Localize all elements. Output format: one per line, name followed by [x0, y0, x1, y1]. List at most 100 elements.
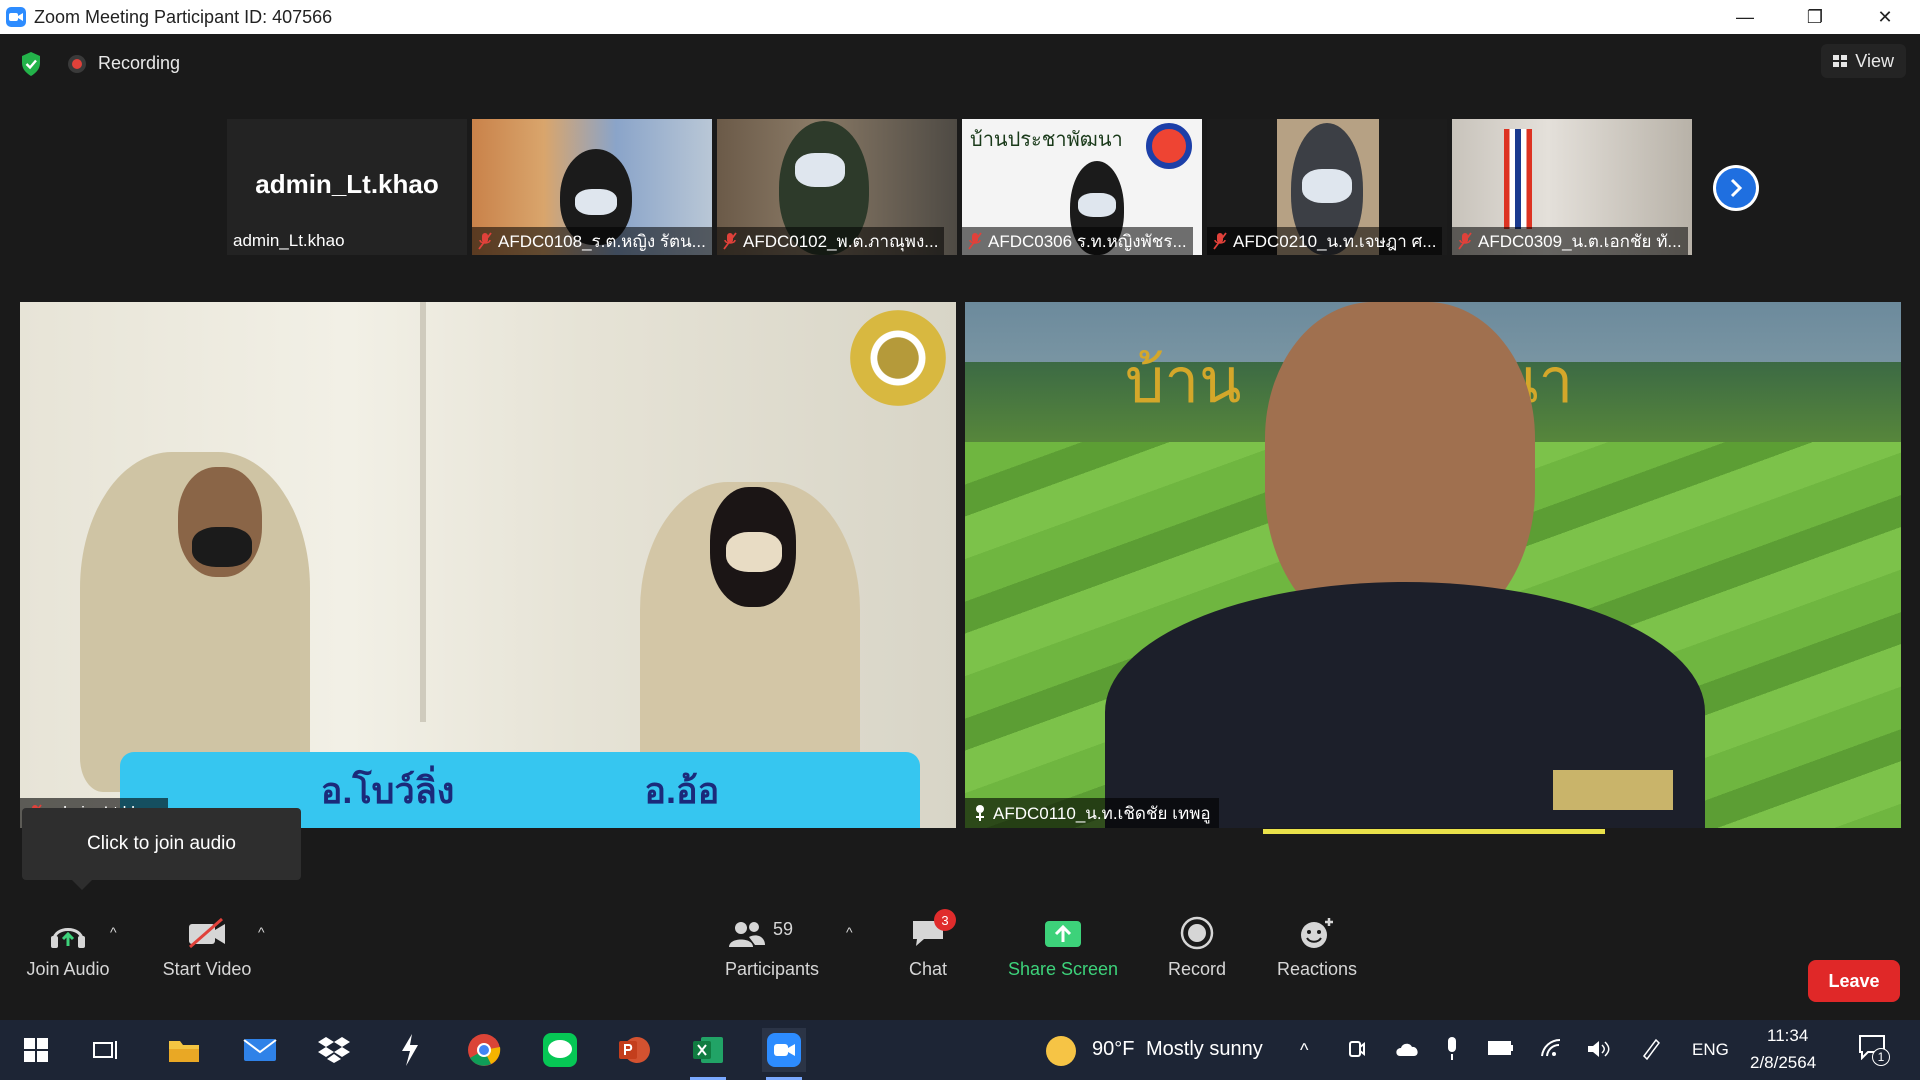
video-options-caret[interactable]: ^ — [258, 924, 265, 940]
participants-icon: 59 — [727, 913, 817, 953]
participants-options-caret[interactable]: ^ — [846, 924, 853, 940]
chrome-icon[interactable] — [462, 1028, 506, 1072]
share-screen-label: Share Screen — [1007, 959, 1119, 979]
virtual-background-banner: บ้านประชาพัฒนา — [970, 127, 1123, 151]
weather-description[interactable]: Mostly sunny — [1146, 1038, 1263, 1061]
flag-icon — [1504, 129, 1532, 229]
face-mask — [1302, 169, 1352, 203]
app-shortcut-icon[interactable] — [388, 1028, 432, 1072]
participant-display-name: admin_Lt.khao — [255, 169, 439, 199]
mic-muted-icon — [1213, 232, 1227, 250]
face-mask — [795, 153, 845, 187]
participants-label: Participants — [724, 959, 820, 979]
pin-icon — [976, 805, 984, 821]
meet-now-icon[interactable] — [1348, 1038, 1366, 1060]
input-language[interactable]: ENG — [1692, 1040, 1729, 1060]
start-video-label: Start Video — [162, 959, 252, 979]
recording-label: Recording — [98, 53, 181, 73]
participant-thumbnail[interactable]: บ้านประชาพัฒนา AFDC0306 ร.ท.หญิงพัชร... — [962, 119, 1202, 255]
meeting-toolbar: Join Audio ^ Start Video ^ 59 Participan… — [0, 906, 1920, 986]
microphone-icon[interactable] — [1444, 1036, 1460, 1062]
participant-name-tag: admin_Lt.khao — [227, 227, 351, 255]
participant-name: AFDC0108_ร.ต.หญิง รัตน... — [498, 231, 706, 251]
volume-icon[interactable] — [1586, 1038, 1610, 1060]
participant-name: AFDC0110_น.ท.เชิดชัย เทพอู — [993, 803, 1211, 823]
mic-muted-icon — [478, 232, 492, 250]
rank-insignia — [1553, 770, 1673, 810]
grid-icon — [1833, 55, 1848, 67]
participants-count: 59 — [773, 919, 794, 939]
minimize-button[interactable]: — — [1710, 0, 1780, 34]
active-speaker-indicator — [1263, 829, 1605, 834]
view-button[interactable]: View — [1821, 44, 1906, 78]
onedrive-cloud-icon[interactable] — [1394, 1040, 1420, 1058]
participant-name-tag: AFDC0110_น.ท.เชิดชัย เทพอู — [965, 798, 1219, 828]
windows-taskbar: 90°F Mostly sunny ^ ENG 11:34 2/8/2564 1 — [0, 1020, 1920, 1080]
zoom-taskbar-icon[interactable] — [762, 1028, 806, 1080]
emblem-icon — [850, 310, 946, 406]
notification-center-icon[interactable]: 1 — [1858, 1034, 1890, 1066]
task-view-icon[interactable] — [84, 1028, 128, 1072]
mail-icon[interactable] — [238, 1028, 282, 1072]
chevron-up-icon[interactable]: ^ — [1300, 1040, 1308, 1061]
chevron-right-icon — [1716, 168, 1756, 208]
participant-name-tag: AFDC0306 ร.ท.หญิงพัชร... — [962, 227, 1193, 255]
join-audio-tooltip: Click to join audio — [22, 808, 301, 890]
participants-button[interactable]: 59 Participants — [722, 906, 822, 986]
battery-icon[interactable] — [1488, 1040, 1514, 1056]
excel-icon[interactable] — [686, 1028, 730, 1080]
weather-sun-icon — [1046, 1036, 1076, 1066]
restore-button[interactable]: ❐ — [1780, 0, 1850, 34]
line-app-icon[interactable] — [538, 1028, 582, 1072]
meeting-topbar: Recording View — [0, 34, 1920, 94]
file-explorer-icon[interactable] — [162, 1028, 206, 1072]
pen-icon[interactable] — [1640, 1036, 1662, 1060]
reactions-button[interactable]: Reactions — [1274, 906, 1360, 986]
next-page-button[interactable] — [1713, 165, 1759, 211]
face-mask — [575, 189, 617, 215]
face-mask — [726, 532, 782, 572]
wall-divider — [420, 302, 426, 722]
participant-name: AFDC0309_น.ต.เอกชัย ทั... — [1478, 231, 1682, 251]
video-off-icon — [186, 913, 228, 953]
window-title: Zoom Meeting Participant ID: 407566 — [34, 6, 333, 27]
recording-indicator-icon — [68, 55, 86, 73]
windows-start-icon[interactable] — [14, 1028, 58, 1072]
leave-button[interactable]: Leave — [1808, 960, 1900, 1002]
wifi-icon[interactable] — [1540, 1038, 1562, 1058]
share-screen-icon — [1044, 913, 1082, 953]
window-controls: — ❐ ✕ — [1710, 0, 1920, 34]
participant-thumbnail[interactable]: AFDC0102_พ.ต.ภาณุพง... — [717, 119, 957, 255]
view-label: View — [1855, 50, 1894, 71]
participant-name: admin_Lt.khao — [233, 231, 345, 250]
reactions-label: Reactions — [1276, 959, 1358, 979]
clock-date[interactable]: 2/8/2564 — [1750, 1053, 1816, 1073]
participant-thumbnail[interactable]: AFDC0108_ร.ต.หญิง รัตน... — [472, 119, 712, 255]
face-mask — [1078, 193, 1116, 217]
audio-options-caret[interactable]: ^ — [110, 924, 117, 940]
powerpoint-icon[interactable] — [612, 1028, 656, 1072]
chat-unread-badge: 3 — [934, 909, 956, 931]
clock-time[interactable]: 11:34 — [1767, 1026, 1808, 1046]
chat-label: Chat — [908, 959, 948, 979]
record-button[interactable]: Record — [1160, 906, 1234, 986]
participant-name: AFDC0210_น.ท.เจษฎา ศ... — [1233, 231, 1437, 251]
close-button[interactable]: ✕ — [1850, 0, 1920, 34]
mic-muted-icon — [1458, 232, 1472, 250]
start-video-button[interactable]: Start Video — [160, 906, 254, 986]
window-titlebar: Zoom Meeting Participant ID: 407566 — ❐ … — [0, 0, 1920, 34]
weather-temperature[interactable]: 90°F — [1092, 1038, 1134, 1061]
main-video-right[interactable]: บ้าน พัฒนา AFDC0110_น.ท.เชิดชัย เทพอู — [965, 302, 1901, 828]
headphones-icon — [48, 913, 88, 953]
participant-thumbnail[interactable]: admin_Lt.khao admin_Lt.khao — [227, 119, 467, 255]
participant-thumbnail[interactable]: AFDC0309_น.ต.เอกชัย ทั... — [1452, 119, 1692, 255]
chat-button[interactable]: 3 Chat — [902, 906, 956, 986]
dropbox-icon[interactable] — [312, 1028, 356, 1072]
join-audio-button[interactable]: Join Audio — [22, 906, 114, 986]
mic-muted-icon — [723, 232, 737, 250]
share-screen-button[interactable]: Share Screen — [1006, 906, 1120, 986]
participant-thumbnail[interactable]: AFDC0210_น.ท.เจษฎา ศ... — [1207, 119, 1447, 255]
participant-name: AFDC0102_พ.ต.ภาณุพง... — [743, 231, 939, 251]
main-video-left[interactable]: อ.โบว์ลิ่ง อ.อ้อ admin_Lt.khao — [20, 302, 956, 828]
shield-check-icon[interactable] — [20, 51, 42, 77]
